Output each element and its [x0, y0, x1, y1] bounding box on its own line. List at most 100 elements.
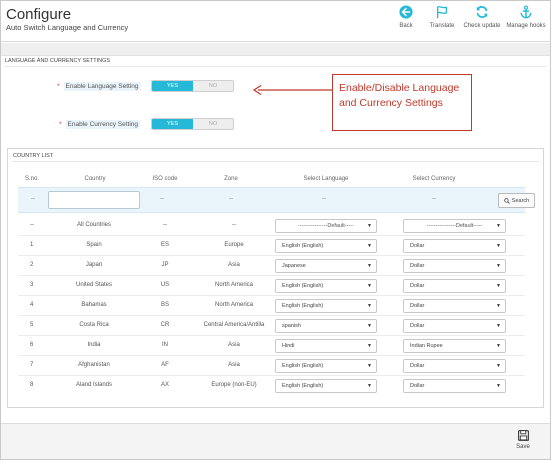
header-divider-strip — [1, 43, 550, 56]
cell-iso: CR — [160, 322, 170, 328]
callout-arrow — [252, 84, 334, 96]
currency-yes-option[interactable]: YES — [152, 119, 193, 129]
caret-down-icon: ▼ — [496, 263, 501, 269]
filter-zone-dash: -- — [229, 196, 233, 202]
cell-country: Bahamas — [81, 302, 107, 308]
caret-down-icon: ▼ — [367, 223, 372, 229]
table-row: 7 Afghanistan AF Asia English (English) ▼… — [18, 356, 525, 376]
check-update-label: Check update — [463, 23, 501, 29]
language-setting-toggle[interactable]: YES NO — [151, 80, 234, 92]
currency-select[interactable]: Dollar ▼ — [403, 319, 506, 333]
caret-down-icon: ▼ — [367, 343, 372, 349]
language-select[interactable]: Japanese ▼ — [275, 259, 377, 273]
floppy-disk-icon — [517, 430, 529, 441]
column-header-currency: Select Currency — [412, 176, 456, 182]
table-row: 5 Costa Rica CR Central America/Antilla … — [18, 316, 525, 336]
manage-hooks-button[interactable]: Manage hooks — [505, 5, 547, 29]
caret-down-icon: ▼ — [367, 383, 372, 389]
default-currency-select[interactable]: ----------------Default----- ▼ — [403, 219, 506, 233]
translate-label: Translate — [429, 23, 455, 29]
language-yes-option[interactable]: YES — [152, 81, 193, 91]
refresh-icon — [476, 6, 488, 18]
manage-hooks-label: Manage hooks — [506, 23, 546, 29]
search-button[interactable]: Search — [498, 193, 535, 208]
cell-iso: IN — [162, 342, 168, 348]
language-no-option[interactable]: NO — [193, 81, 233, 91]
language-select[interactable]: English (English) ▼ — [275, 279, 377, 293]
annotation-callout: Enable/Disable Language and Currency Set… — [332, 74, 472, 131]
caret-down-icon: ▼ — [496, 323, 501, 329]
cell-sno: 8 — [30, 382, 34, 388]
cell-zone: North America — [214, 302, 253, 308]
cell-sno: -- — [30, 222, 34, 228]
language-setting-label: * Enable Language Setting — [57, 82, 141, 91]
language-select[interactable]: Hindi ▼ — [275, 339, 377, 353]
caret-down-icon: ▼ — [496, 343, 501, 349]
table-row: 6 India IN Asia Hindi ▼ Indian Rupee ▼ — [18, 336, 525, 356]
cell-iso: -- — [163, 222, 167, 228]
currency-select[interactable]: Dollar ▼ — [403, 359, 506, 373]
default-language-select[interactable]: ----------------Default----- ▼ — [275, 219, 377, 233]
currency-select[interactable]: Dollar ▼ — [403, 259, 506, 273]
language-select[interactable]: English (English) ▼ — [275, 239, 377, 253]
cell-sno: 6 — [30, 342, 34, 348]
footer-bar — [1, 423, 550, 459]
caret-down-icon: ▼ — [496, 363, 501, 369]
filter-iso-dash: -- — [160, 196, 164, 202]
cell-zone: -- — [232, 222, 236, 228]
cell-iso: BS — [160, 302, 169, 308]
currency-select[interactable]: Dollar ▼ — [403, 279, 506, 293]
language-select[interactable]: English (English) ▼ — [275, 359, 377, 373]
cell-iso: JP — [161, 262, 169, 268]
cell-country: United States — [75, 282, 113, 288]
cell-country: Japan — [85, 262, 103, 268]
table-row: 8 Aland Islands AX Europe (non-EU) Engli… — [18, 376, 525, 396]
settings-section-title: LANGUAGE AND CURRENCY SETTINGS — [5, 58, 111, 64]
table-row: 4 Bahamas BS North America English (Engl… — [18, 296, 525, 316]
currency-setting-toggle[interactable]: YES NO — [151, 118, 234, 130]
language-select[interactable]: English (English) ▼ — [275, 379, 377, 393]
cell-country: Afghanistan — [78, 362, 110, 368]
search-icon — [504, 197, 510, 204]
callout-line-1: Enable/Disable Language — [339, 82, 460, 94]
column-header-zone: Zone — [224, 176, 238, 182]
back-label: Back — [399, 23, 413, 29]
cell-country: Aland Islands — [75, 382, 113, 388]
cell-sno: 1 — [30, 242, 34, 248]
anchor-icon — [520, 5, 532, 19]
default-row: -- All Countries -- -- ----------------D… — [18, 216, 525, 236]
filter-currency-dash: -- — [432, 196, 436, 202]
language-select[interactable]: English (English) ▼ — [275, 299, 377, 313]
translate-button[interactable]: Translate — [425, 5, 459, 29]
search-label: Search — [511, 197, 530, 204]
currency-select[interactable]: Dollar ▼ — [403, 299, 506, 313]
currency-select[interactable]: Indian Rupee ▼ — [403, 339, 506, 353]
cell-zone: North America — [214, 282, 253, 288]
country-filter-input[interactable] — [48, 191, 140, 209]
cell-iso: AX — [160, 382, 169, 388]
save-label: Save — [516, 444, 530, 450]
language-select[interactable]: spanish ▼ — [275, 319, 377, 333]
check-update-button[interactable]: Check update — [461, 5, 503, 29]
flag-icon — [436, 6, 448, 19]
save-button[interactable]: Save — [512, 430, 534, 450]
callout-line-2: and Currency Settings — [339, 97, 443, 109]
currency-no-option[interactable]: NO — [193, 119, 233, 129]
table-header: S.no. Country ISO code Zone Select Langu… — [0, 176, 551, 186]
back-button[interactable]: Back — [389, 5, 423, 29]
currency-select[interactable]: Dollar ▼ — [403, 239, 506, 253]
cell-zone: Europe (non-EU) — [211, 382, 257, 388]
settings-section-divider — [5, 66, 546, 67]
cell-sno: 5 — [30, 322, 34, 328]
caret-down-icon: ▼ — [367, 303, 372, 309]
cell-zone: Asia — [228, 342, 240, 348]
caret-down-icon: ▼ — [496, 303, 501, 309]
page-header: Configure Auto Switch Language and Curre… — [1, 1, 550, 42]
caret-down-icon: ▼ — [367, 363, 372, 369]
caret-down-icon: ▼ — [496, 283, 501, 289]
cell-zone: Europe — [224, 242, 244, 248]
cell-country: Spain — [86, 242, 102, 248]
cell-sno: 3 — [30, 282, 34, 288]
currency-select[interactable]: Dollar ▼ — [403, 379, 506, 393]
page-subtitle: Auto Switch Language and Currency — [6, 23, 129, 32]
